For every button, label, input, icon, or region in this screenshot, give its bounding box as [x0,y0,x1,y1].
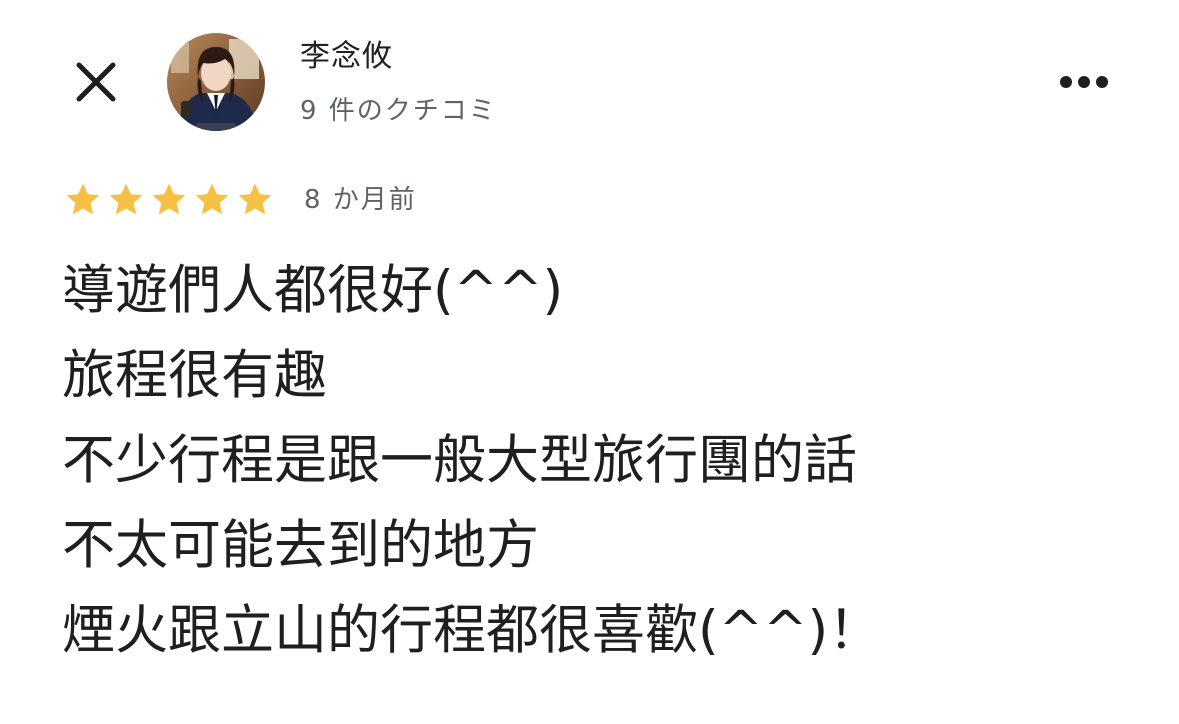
review-text-line: 不太可能去到的地方 [62,515,539,576]
star-icon [109,183,143,215]
star-icon [238,183,272,215]
review-text-line: 導遊們人都很好(^^) [62,260,564,321]
review-date: 8 か月前 [304,185,417,215]
star-rating [62,180,276,220]
review-text-line: 旅程很有趣 [62,345,327,406]
close-icon [76,62,116,102]
more-horizontal-icon [1060,76,1108,88]
close-button[interactable] [64,50,128,114]
avatar-photo [167,33,265,131]
star-icon [66,183,100,215]
rating-row: 8 か月前 [62,180,417,220]
review-text: 導遊們人都很好(^^) 旅程很有趣不少行程是跟一般大型旅行團的話 不太可能去到的地方… [62,248,1142,673]
review-text-line: 不少行程是跟一般大型旅行團的話 [62,430,857,491]
review-text-line: 煙火跟立山的行程都很喜歡(^^)！ [62,600,882,661]
reviewer-name[interactable]: 李念攸 [300,38,393,76]
star-icon [152,183,186,215]
star-icon [195,183,229,215]
review-detail-screen: 李念攸 9 件のクチコミ 8 か月前 導遊們人都很好(^^) 旅程很有趣不少行程是… [0,0,1179,724]
reviewer-review-count: 9 件のクチコミ [300,96,497,126]
more-options-button[interactable] [1050,58,1118,106]
reviewer-avatar[interactable] [167,33,265,131]
